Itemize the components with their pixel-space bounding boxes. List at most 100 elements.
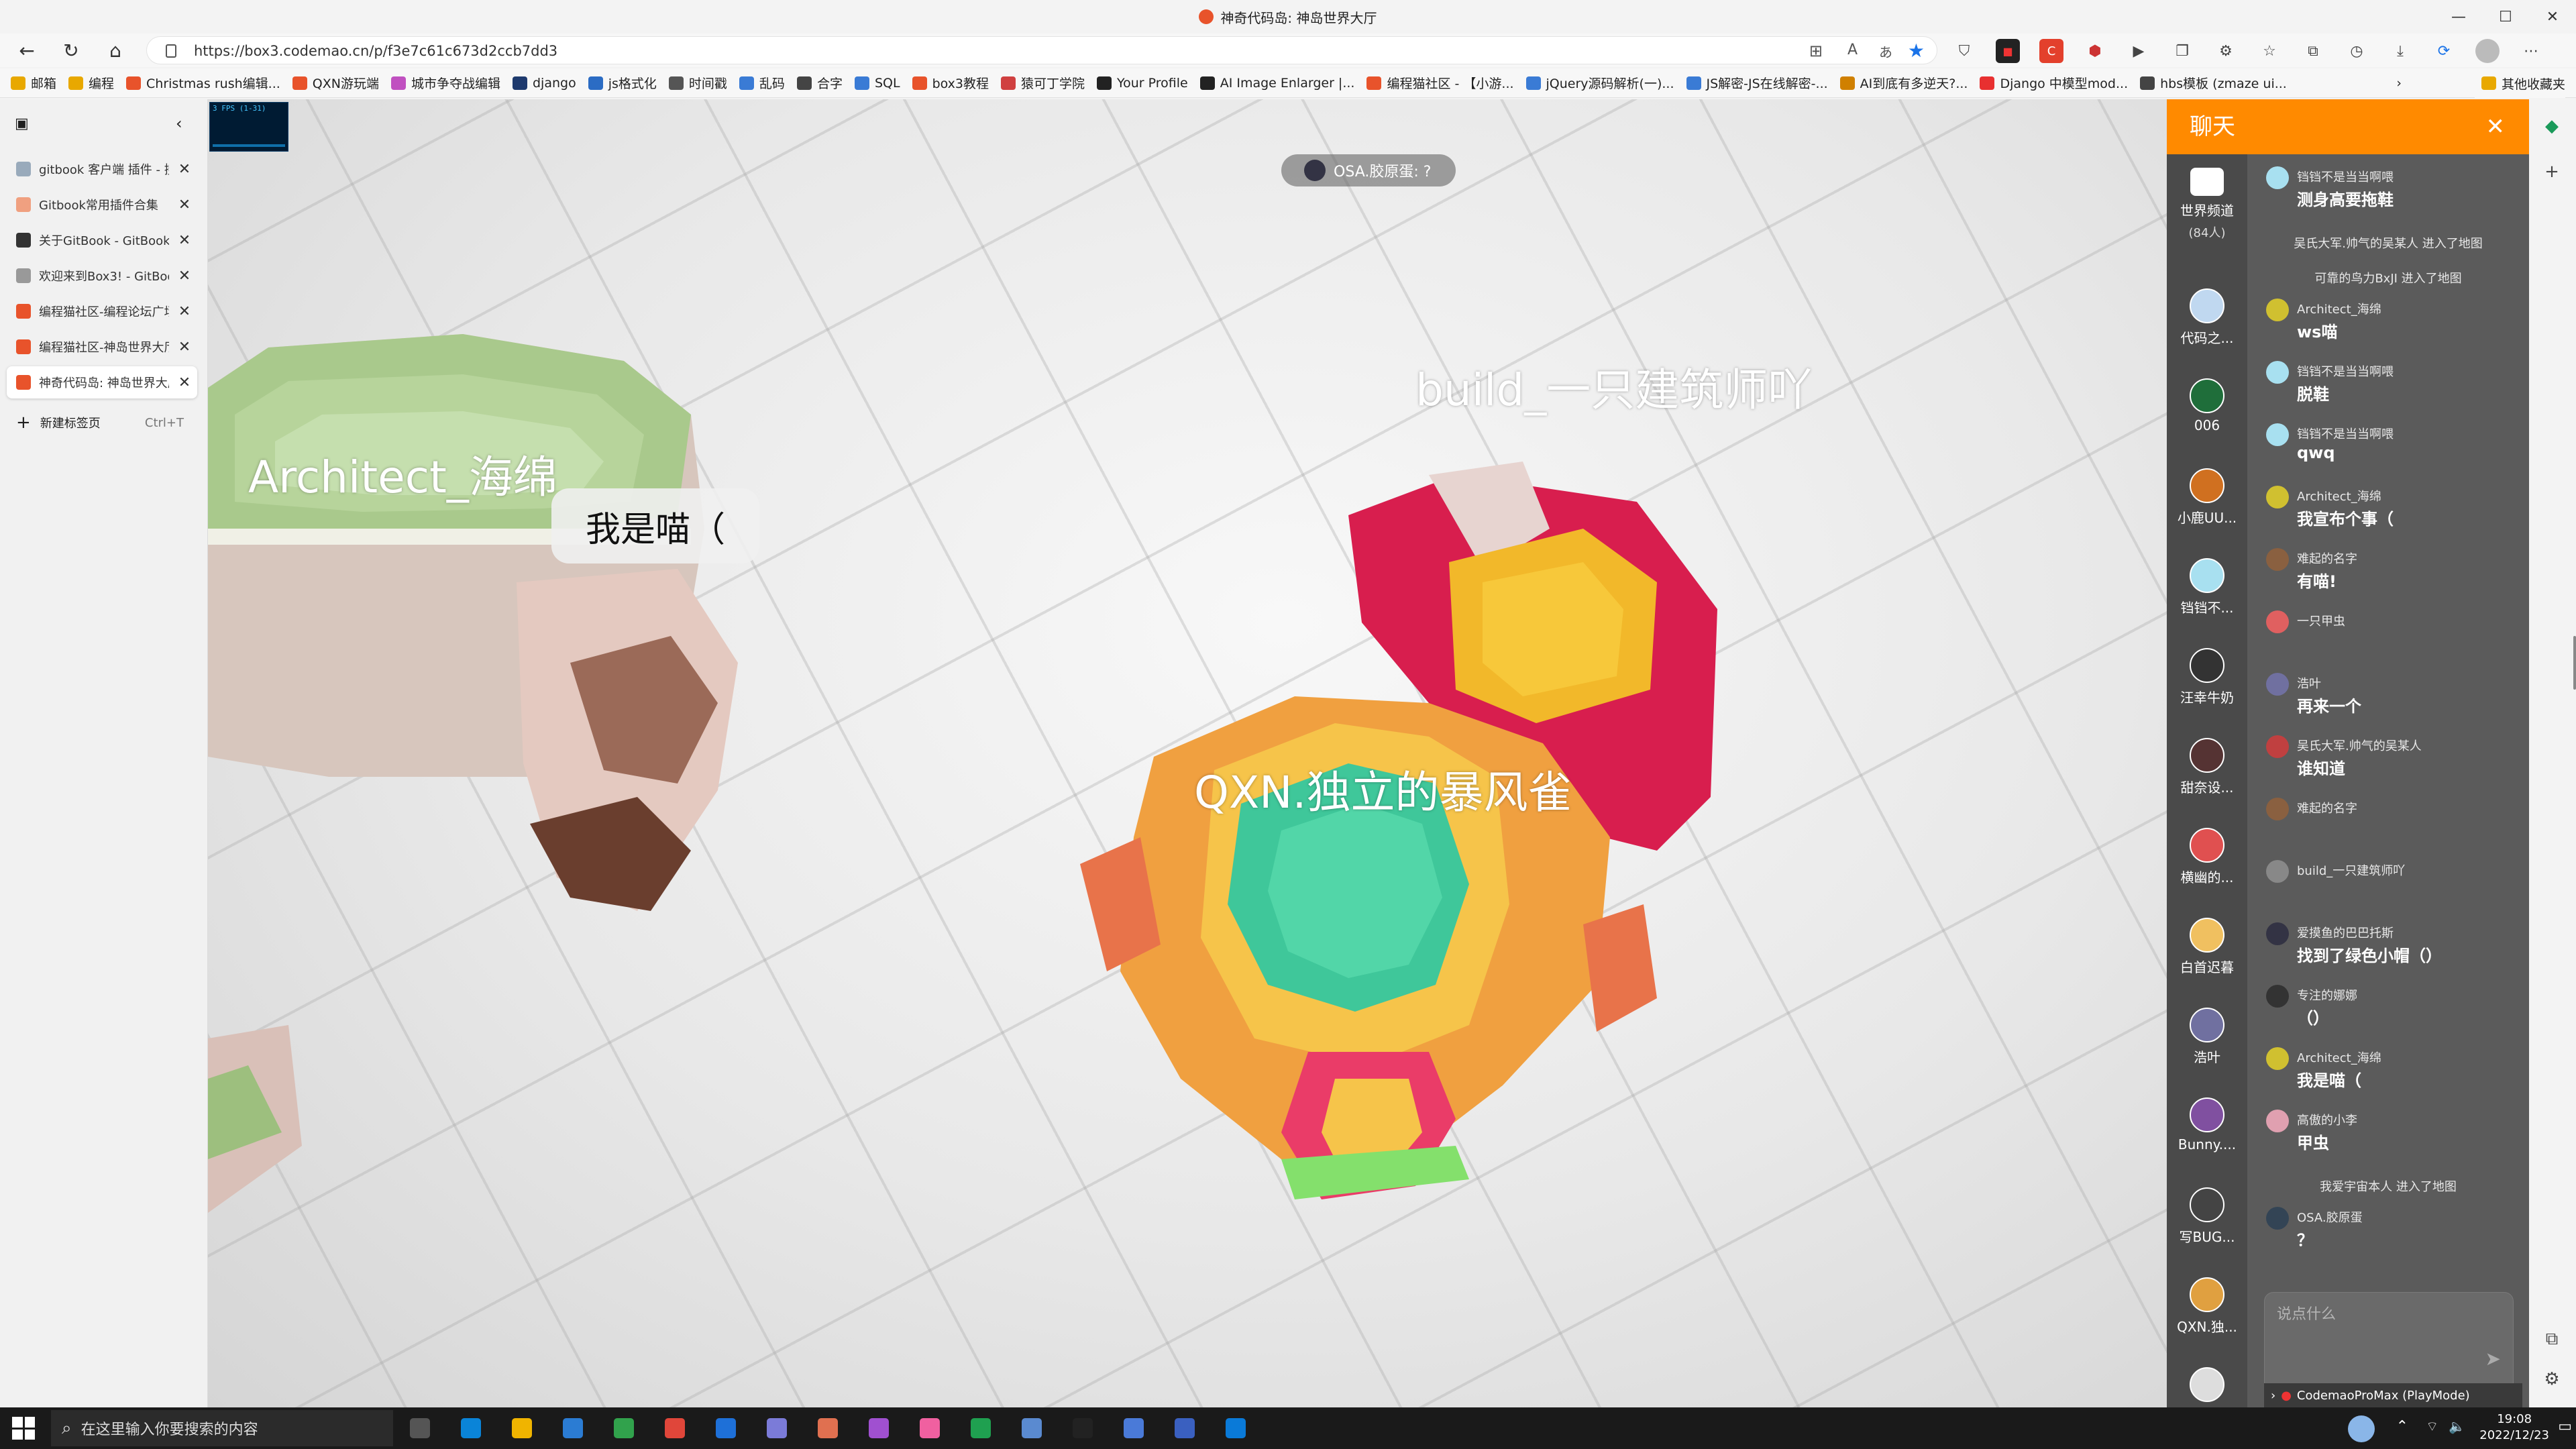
extension-icon[interactable]: ■ (1996, 39, 2020, 63)
avatar[interactable] (2266, 798, 2289, 820)
volume-icon[interactable]: 🔈 (2449, 1418, 2465, 1434)
avatar[interactable] (2266, 166, 2289, 189)
avatar[interactable] (2266, 361, 2289, 384)
browser-tab[interactable]: 欢迎来到Box3! - GitBook ✕ (7, 260, 197, 292)
close-tab-icon[interactable]: ✕ (177, 374, 192, 391)
browser-tab[interactable]: Gitbook常用插件合集 ✕ (7, 189, 197, 221)
bookmark-item[interactable]: AI到底有多逆天?... (1839, 74, 1968, 92)
online-user[interactable]: 006 (2167, 378, 2247, 433)
download-icon[interactable]: ⤓ (2388, 39, 2412, 63)
close-tab-icon[interactable]: ✕ (177, 268, 192, 284)
chat-input[interactable] (2277, 1301, 2478, 1328)
bookmark-item[interactable]: 编程 (68, 74, 114, 92)
back-icon[interactable]: ← (13, 39, 40, 62)
app-available-icon[interactable]: ⊞ (1809, 42, 1823, 60)
taskbar-app[interactable] (657, 1413, 692, 1444)
online-user[interactable]: 果敢的... (2167, 1367, 2247, 1407)
taskbar-app[interactable] (555, 1413, 590, 1444)
favorite-star-icon[interactable]: ★ (1908, 40, 1925, 62)
close-tab-icon[interactable]: ✕ (177, 197, 192, 213)
bookmark-item[interactable]: 猿可丁学院 (1001, 74, 1085, 92)
bookmarks-overflow-icon[interactable]: › (2396, 76, 2402, 91)
bookmark-item[interactable]: jQuery源码解析(一)... (1525, 74, 1674, 92)
online-user[interactable]: 小鹿UU... (2167, 468, 2247, 527)
settings-icon[interactable]: ⚙ (2540, 1367, 2564, 1391)
history-icon[interactable]: ◷ (2345, 39, 2369, 63)
taskbar-app[interactable] (963, 1413, 998, 1444)
chat-input-box[interactable]: ➤ (2264, 1292, 2514, 1393)
bookmark-item[interactable]: AI Image Enlarger |... (1199, 76, 1354, 91)
browser-tab[interactable]: gitbook 客户端 插件 - 搜索 ✕ (7, 153, 197, 185)
bookmark-item[interactable]: 合字 (796, 74, 843, 92)
browser-tab[interactable]: 编程猫社区-编程论坛广场 ✕ (7, 295, 197, 327)
taskbar-app[interactable] (708, 1413, 743, 1444)
avatar[interactable] (2266, 610, 2289, 633)
network-icon[interactable]: ⌔ (2426, 1418, 2438, 1435)
close-tab-icon[interactable]: ✕ (177, 161, 192, 178)
tab-actions-icon[interactable]: ▣ (15, 115, 29, 132)
maximize-button[interactable]: ☐ (2482, 0, 2529, 34)
bookmark-item[interactable]: 编程猫社区 - 【小游... (1366, 74, 1514, 92)
bookmark-item[interactable]: js格式化 (588, 74, 657, 92)
split-screen-icon[interactable]: ❐ (2170, 39, 2194, 63)
bookmark-item[interactable]: JS解密-JS在线解密-... (1686, 74, 1828, 92)
close-window-button[interactable]: ✕ (2529, 0, 2576, 34)
online-user[interactable]: 甜奈设... (2167, 738, 2247, 796)
bookmark-item[interactable]: QXN游玩端 (292, 74, 379, 92)
translate-icon[interactable]: あ (1879, 42, 1892, 61)
close-tab-icon[interactable]: ✕ (177, 339, 192, 356)
taskbar-search[interactable]: ⌕ 在这里输入你要搜索的内容 (51, 1410, 393, 1446)
url-text[interactable]: https://box3.codemao.cn/p/f3e7c61c673d2c… (194, 37, 557, 65)
more-menu-icon[interactable]: ⋯ (2519, 39, 2543, 63)
tray-chevron-icon[interactable]: ⌃ (2396, 1418, 2408, 1435)
bookmark-item[interactable]: 乱码 (739, 74, 785, 92)
shield-icon[interactable]: ⛉ (1952, 39, 1976, 63)
new-tab-button[interactable]: + 新建标签页 Ctrl+T (7, 408, 197, 437)
address-bar[interactable]: https://box3.codemao.cn/p/f3e7c61c673d2c… (146, 36, 1937, 64)
system-clock[interactable]: 19:08 2022/12/23 (2479, 1411, 2549, 1444)
other-bookmarks[interactable]: 其他收藏夹 (2474, 68, 2565, 98)
taskbar-app[interactable] (810, 1413, 845, 1444)
refresh-icon[interactable]: ↻ (58, 39, 85, 62)
home-icon[interactable]: ⌂ (102, 39, 129, 62)
online-user[interactable]: 写BUG... (2167, 1187, 2247, 1246)
online-user[interactable]: QXN.独... (2167, 1277, 2247, 1336)
bookmark-item[interactable]: Your Profile (1097, 76, 1188, 91)
collapse-panel-icon[interactable]: ‹ (176, 114, 182, 133)
copilot-icon[interactable]: ◆ (2540, 114, 2564, 138)
avatar[interactable] (2266, 860, 2289, 883)
favorites-icon[interactable]: ☆ (2257, 39, 2282, 63)
bookmark-item[interactable]: 城市争夺战编辑 (390, 74, 500, 92)
add-icon[interactable]: + (2540, 160, 2564, 184)
avatar[interactable] (2266, 1110, 2289, 1132)
taskbar-app[interactable] (1116, 1413, 1151, 1444)
close-chat-icon[interactable]: ✕ (2486, 99, 2506, 154)
taskbar-app[interactable] (504, 1413, 539, 1444)
sync-icon[interactable]: ⟳ (2432, 39, 2456, 63)
screenshot-icon[interactable]: ⧉ (2540, 1327, 2564, 1351)
bookmark-item[interactable]: django (513, 76, 576, 91)
taskbar-app[interactable] (606, 1413, 641, 1444)
taskbar-app[interactable] (1218, 1413, 1253, 1444)
browser-tab[interactable]: 关于GitBook - GitBook ✕ (7, 224, 197, 256)
bookmark-item[interactable]: Christmas rush编辑... (126, 74, 280, 92)
close-tab-icon[interactable]: ✕ (177, 232, 192, 249)
bookmark-item[interactable]: hbs模板 (zmaze ui... (2140, 74, 2287, 92)
scrollbar-thumb[interactable] (2573, 636, 2576, 690)
taskbar-app[interactable] (453, 1413, 488, 1444)
taskbar-app[interactable] (861, 1413, 896, 1444)
online-user[interactable]: 浩叶 (2167, 1008, 2247, 1066)
avatar[interactable] (2266, 735, 2289, 758)
avatar[interactable] (2266, 985, 2289, 1008)
taskbar-app[interactable] (1014, 1413, 1049, 1444)
profile-avatar[interactable] (2475, 39, 2500, 63)
online-user[interactable]: Bunny.... (2167, 1097, 2247, 1152)
send-icon[interactable]: ➤ (2485, 1348, 2501, 1370)
avatar[interactable] (2266, 673, 2289, 696)
minimize-button[interactable]: — (2435, 0, 2482, 34)
close-tab-icon[interactable]: ✕ (177, 303, 192, 320)
online-user[interactable]: 白首迟暮 (2167, 918, 2247, 976)
bookmark-item[interactable]: 时间戳 (668, 74, 727, 92)
game-viewport[interactable]: OSA.胶原蛋: ? 我是喵（ Architect_海绵 build_一只建筑师… (208, 99, 2167, 1407)
taskbar-app[interactable] (1167, 1413, 1202, 1444)
